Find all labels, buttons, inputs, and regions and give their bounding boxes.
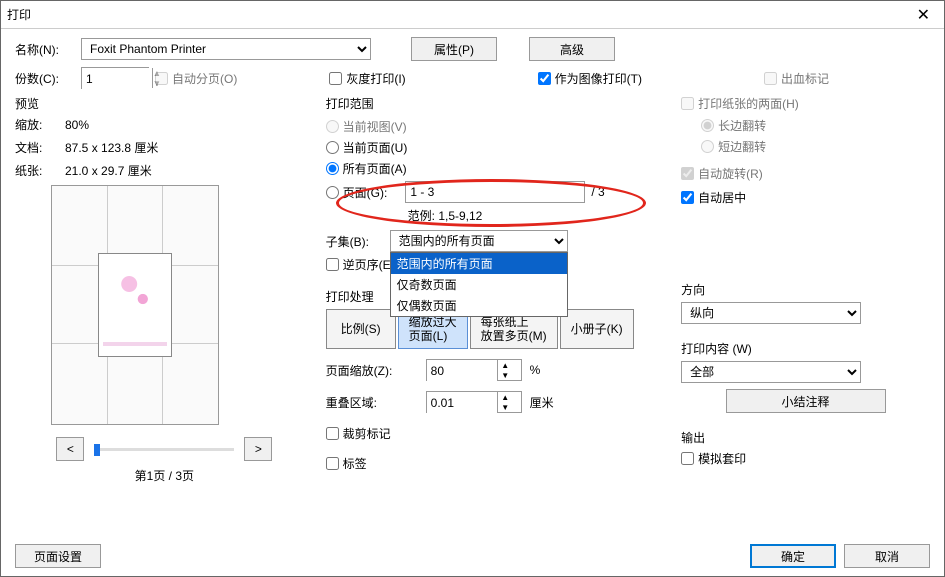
subset-option[interactable]: 范围内的所有页面 bbox=[391, 253, 567, 274]
radio-current-page[interactable]: 当前页面(U) bbox=[326, 139, 669, 156]
zoom-value: 80% bbox=[65, 118, 89, 132]
tab-booklet[interactable]: 小册子(K) bbox=[560, 309, 634, 349]
overlap-label: 重叠区域: bbox=[326, 394, 418, 411]
overlap-unit: 厘米 bbox=[530, 394, 554, 411]
tags-checkbox[interactable]: 标签 bbox=[326, 455, 367, 472]
print-range-title: 打印范围 bbox=[326, 95, 669, 112]
total-pages: / 3 bbox=[591, 185, 604, 199]
preview-thumbnail bbox=[51, 185, 219, 425]
print-content-title: 打印内容 (W) bbox=[681, 340, 930, 357]
tab-scale[interactable]: 比例(S) bbox=[326, 309, 396, 349]
printer-name-label: 名称(N): bbox=[15, 41, 75, 58]
print-as-image-checkbox[interactable]: 作为图像打印(T) bbox=[538, 70, 642, 87]
copies-label: 份数(C): bbox=[15, 70, 75, 87]
titlebar: 打印 ✕ bbox=[1, 1, 944, 29]
bleed-marks-checkbox: 出血标记 bbox=[764, 70, 829, 87]
page-zoom-spinner[interactable]: ▲▼ bbox=[426, 359, 522, 381]
preview-page-indicator: 第1页 / 3页 bbox=[15, 467, 314, 484]
print-content-select[interactable]: 全部 bbox=[681, 361, 861, 383]
subset-select[interactable]: 范围内的所有页面 bbox=[390, 230, 568, 252]
subset-option[interactable]: 仅奇数页面 bbox=[391, 274, 567, 295]
page-zoom-input[interactable] bbox=[427, 360, 497, 382]
spinner-up-icon[interactable]: ▲ bbox=[498, 360, 513, 370]
both-sides-checkbox: 打印纸张的两面(H) bbox=[681, 95, 799, 112]
doc-size: 87.5 x 123.8 厘米 bbox=[65, 139, 158, 156]
page-setup-button[interactable]: 页面设置 bbox=[15, 544, 101, 568]
subset-label: 子集(B): bbox=[326, 230, 382, 250]
preview-page bbox=[98, 253, 172, 357]
radio-all-pages[interactable]: 所有页面(A) bbox=[326, 160, 669, 177]
page-zoom-unit: % bbox=[530, 363, 541, 377]
zoom-label: 缩放: bbox=[15, 116, 59, 133]
close-icon[interactable]: ✕ bbox=[909, 5, 938, 25]
pages-input[interactable] bbox=[405, 181, 585, 203]
radio-pages[interactable]: 页面(G): bbox=[326, 184, 388, 201]
window-title: 打印 bbox=[7, 6, 909, 23]
collate-checkbox: 自动分页(O) bbox=[155, 70, 237, 87]
overlap-input[interactable] bbox=[427, 392, 497, 414]
copies-spinner[interactable]: ▲▼ bbox=[81, 67, 149, 89]
radio-short-edge: 短边翻转 bbox=[701, 138, 930, 155]
preview-slider[interactable] bbox=[94, 448, 234, 451]
overlap-spinner[interactable]: ▲▼ bbox=[426, 391, 522, 413]
auto-rotate-checkbox: 自动旋转(R) bbox=[681, 165, 763, 182]
radio-long-edge: 长边翻转 bbox=[701, 117, 930, 134]
output-title: 输出 bbox=[681, 429, 930, 446]
copies-input[interactable] bbox=[82, 68, 152, 90]
printer-select[interactable]: Foxit Phantom Printer bbox=[81, 38, 371, 60]
subset-option[interactable]: 仅偶数页面 bbox=[391, 295, 567, 316]
preview-prev-button[interactable]: < bbox=[56, 437, 84, 461]
page-zoom-label: 页面缩放(Z): bbox=[326, 362, 418, 379]
spinner-down-icon[interactable]: ▼ bbox=[498, 370, 513, 380]
grayscale-checkbox[interactable]: 灰度打印(I) bbox=[329, 70, 405, 87]
auto-center-checkbox[interactable]: 自动居中 bbox=[681, 189, 746, 206]
cancel-button[interactable]: 取消 bbox=[844, 544, 930, 568]
simulate-overprint-checkbox[interactable]: 模拟套印 bbox=[681, 450, 746, 467]
doc-label: 文档: bbox=[15, 139, 59, 156]
spinner-down-icon[interactable]: ▼ bbox=[498, 402, 513, 412]
ok-button[interactable]: 确定 bbox=[750, 544, 836, 568]
orientation-title: 方向 bbox=[681, 281, 930, 298]
cut-marks-checkbox[interactable]: 裁剪标记 bbox=[326, 425, 391, 442]
spinner-up-icon[interactable]: ▲ bbox=[498, 392, 513, 402]
orientation-select[interactable]: 纵向 bbox=[681, 302, 861, 324]
radio-current-view: 当前视图(V) bbox=[326, 118, 669, 135]
advanced-button[interactable]: 高级 bbox=[529, 37, 615, 61]
paper-label: 纸张: bbox=[15, 162, 59, 179]
reverse-order-checkbox[interactable]: 逆页序(E) bbox=[326, 256, 395, 273]
paper-size: 21.0 x 29.7 厘米 bbox=[65, 162, 152, 179]
subset-dropdown-list[interactable]: 范围内的所有页面 仅奇数页面 仅偶数页面 bbox=[390, 252, 568, 317]
summary-comments-button[interactable]: 小结注释 bbox=[726, 389, 886, 413]
pages-example: 范例: 1,5-9,12 bbox=[408, 207, 669, 224]
preview-title: 预览 bbox=[15, 95, 314, 112]
properties-button[interactable]: 属性(P) bbox=[411, 37, 497, 61]
preview-next-button[interactable]: > bbox=[244, 437, 272, 461]
